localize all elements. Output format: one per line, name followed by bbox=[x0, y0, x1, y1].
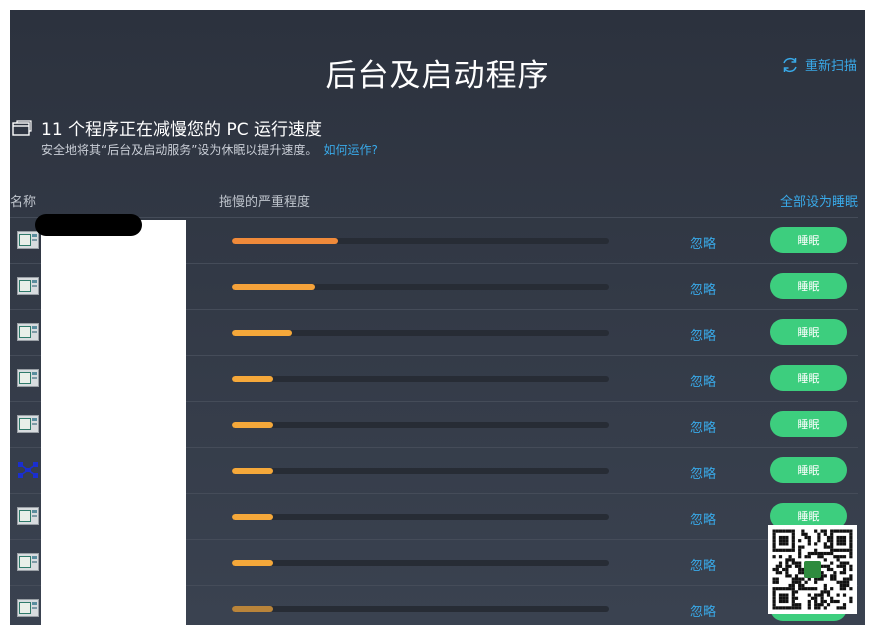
severity-fill bbox=[232, 376, 274, 382]
severity-bar bbox=[232, 284, 609, 290]
app-window-icon bbox=[17, 231, 39, 249]
how-it-works-link[interactable]: 如何运作? bbox=[323, 143, 377, 157]
app-window-icon bbox=[17, 323, 39, 341]
severity-fill bbox=[232, 330, 293, 336]
ignore-button[interactable]: 忽略 bbox=[690, 417, 716, 436]
ignore-button[interactable]: 忽略 bbox=[690, 279, 716, 298]
app-window-icon bbox=[17, 507, 39, 525]
rescan-button[interactable]: 重新扫描 bbox=[781, 55, 857, 74]
severity-bar bbox=[232, 238, 609, 244]
column-header-name: 名称 bbox=[10, 195, 37, 210]
severity-bar bbox=[232, 560, 609, 566]
redaction-mark bbox=[35, 214, 142, 236]
summary-description: 安全地将其“后台及启动服务”设为休眠以提升速度。 如何运作? bbox=[41, 141, 378, 158]
app-window-icon bbox=[17, 369, 39, 387]
severity-fill bbox=[232, 514, 274, 520]
severity-fill bbox=[232, 238, 338, 244]
severity-fill bbox=[232, 606, 274, 612]
sleep-button[interactable]: 睡眠 bbox=[770, 365, 847, 391]
app-window-icon bbox=[17, 599, 39, 617]
sleep-button[interactable]: 睡眠 bbox=[770, 227, 847, 253]
app-window-icon bbox=[17, 553, 39, 571]
app-window-icon bbox=[17, 415, 39, 433]
ignore-button[interactable]: 忽略 bbox=[690, 371, 716, 390]
startup-window-icon bbox=[12, 120, 32, 140]
description-text: 安全地将其“后台及启动服务”设为休眠以提升速度。 bbox=[41, 143, 318, 157]
sleep-button[interactable]: 睡眠 bbox=[770, 457, 847, 483]
severity-fill bbox=[232, 284, 315, 290]
severity-bar bbox=[232, 376, 609, 382]
severity-bar bbox=[232, 514, 609, 520]
blue-network-icon bbox=[17, 461, 39, 479]
ignore-button[interactable]: 忽略 bbox=[690, 509, 716, 528]
redaction-block bbox=[41, 220, 186, 625]
sleep-button[interactable]: 睡眠 bbox=[770, 411, 847, 437]
rescan-label: 重新扫描 bbox=[804, 59, 857, 74]
sleep-button[interactable]: 睡眠 bbox=[770, 319, 847, 345]
ignore-button[interactable]: 忽略 bbox=[690, 463, 716, 482]
severity-bar bbox=[232, 422, 609, 428]
ignore-button[interactable]: 忽略 bbox=[690, 601, 716, 620]
severity-bar bbox=[232, 606, 609, 612]
sleep-button[interactable]: 睡眠 bbox=[770, 273, 847, 299]
severity-bar bbox=[232, 468, 609, 474]
ignore-button[interactable]: 忽略 bbox=[690, 555, 716, 574]
severity-fill bbox=[232, 468, 274, 474]
ignore-button[interactable]: 忽略 bbox=[690, 325, 716, 344]
app-window: 后台及启动程序 重新扫描 11 个程序正在减慢您的 PC 运行速度 安全地将其“… bbox=[10, 10, 865, 625]
slow-programs-headline: 11 个程序正在减慢您的 PC 运行速度 bbox=[41, 120, 322, 140]
severity-bar bbox=[232, 330, 609, 336]
refresh-icon bbox=[781, 56, 799, 74]
app-window-icon bbox=[17, 277, 39, 295]
sleep-all-button[interactable]: 全部设为睡眠 bbox=[780, 191, 858, 210]
qr-code-icon bbox=[768, 525, 857, 614]
severity-fill bbox=[232, 560, 274, 566]
severity-fill bbox=[232, 422, 274, 428]
column-header-severity: 拖慢的严重程度 bbox=[219, 195, 311, 210]
ignore-button[interactable]: 忽略 bbox=[690, 233, 716, 252]
page-title: 后台及启动程序 bbox=[325, 58, 550, 94]
